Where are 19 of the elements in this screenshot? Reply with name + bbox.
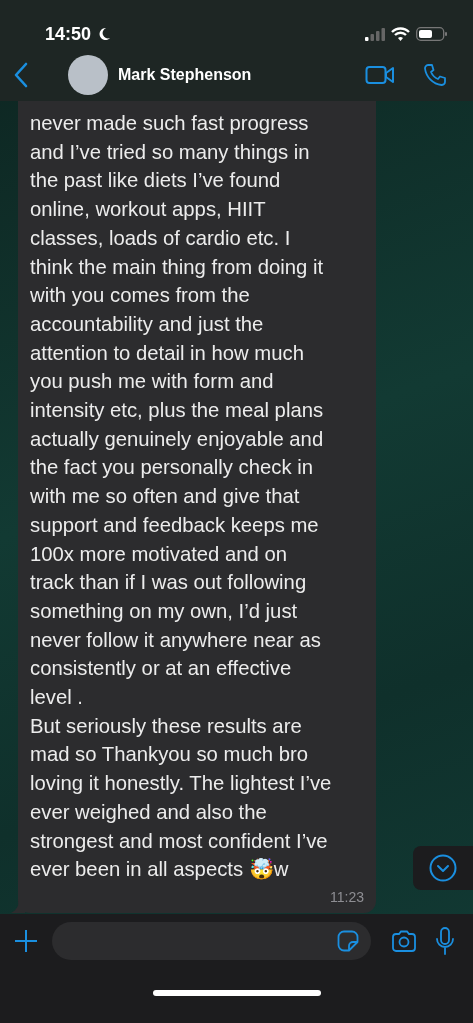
message-time: 11:23 xyxy=(330,889,364,905)
sticker-icon[interactable] xyxy=(337,930,359,952)
camera-icon[interactable] xyxy=(391,930,417,952)
chevron-down-icon[interactable] xyxy=(429,854,457,882)
scroll-down-button[interactable] xyxy=(413,846,473,890)
message-input-field[interactable] xyxy=(52,922,371,960)
contact-avatar[interactable] xyxy=(68,55,108,95)
plus-icon[interactable] xyxy=(14,929,38,953)
moon-icon xyxy=(98,27,112,41)
message-text: never made such fast progress and I’ve tried so many things in the past like diets I’ve found online, workout apps, HIIT classes, loads of cardio etc. I think the main thing from doing it with you comes from the accountability and just the attention to detail in how much you push me with form and intensity etc, plus the meal plans actually genuinely enjoyable and the fact you personally check in with me so often and give that support and feedback keeps me 100x more motivated and on track than if I was out following something on my own, I’d just never follow it anywhere near as consistently or at an effective level . But seriously these results are mad so Thankyou so much bro loving it honestly. The lightest I’ve ever weighed and also the strongest and most confident I’ve ever been in all aspects 🤯w xyxy=(30,111,333,883)
video-call-icon[interactable] xyxy=(365,64,395,86)
battery-icon xyxy=(416,27,447,41)
signal-icon xyxy=(365,27,385,41)
contact-name[interactable]: Mark Stephenson xyxy=(118,66,252,84)
phone-icon[interactable] xyxy=(423,63,447,87)
microphone-icon[interactable] xyxy=(435,927,455,955)
status-time: 14:50 xyxy=(45,23,92,45)
wifi-icon xyxy=(391,27,410,41)
back-button[interactable] xyxy=(14,62,28,88)
